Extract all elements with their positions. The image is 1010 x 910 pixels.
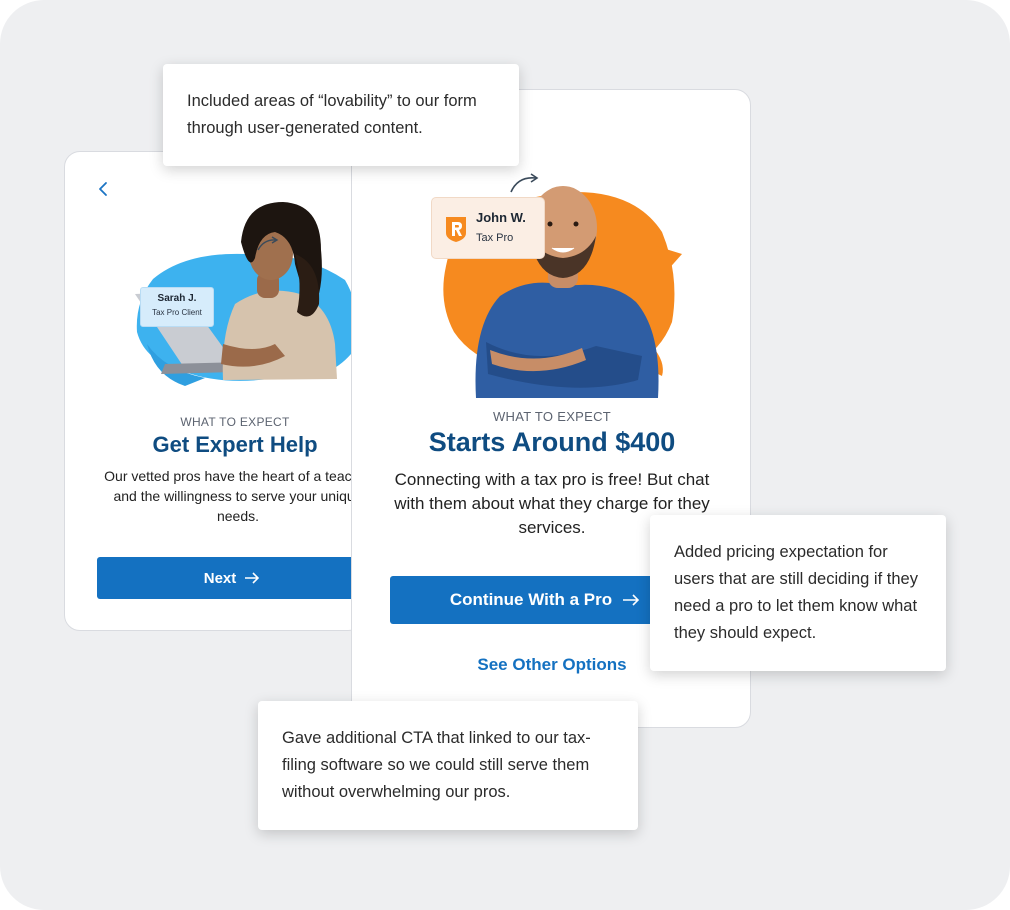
curved-arrow-icon <box>257 236 279 251</box>
callout-text: Gave additional CTA that linked to our t… <box>282 729 591 801</box>
next-button-label: Next <box>203 569 237 587</box>
section-kicker: WHAT TO EXPECT <box>180 415 290 429</box>
presentation-canvas: Sarah J. Tax Pro Client WHAT TO EXPECT G… <box>0 0 1010 910</box>
arrow-right-icon <box>623 594 640 606</box>
curved-arrow-icon <box>510 173 539 193</box>
chevron-left-icon[interactable] <box>95 180 113 198</box>
next-button[interactable]: Next <box>97 557 363 599</box>
pro-role: Tax Pro <box>476 232 514 244</box>
callout-text: Added pricing expectation for users that… <box>674 543 918 642</box>
client-name: Sarah J. <box>157 293 197 304</box>
callout-text: Included areas of “lovability” to our fo… <box>187 92 477 137</box>
callout-cta: Gave additional CTA that linked to our t… <box>258 701 638 830</box>
tax-pro-illustration <box>443 186 682 398</box>
arrow-right-icon <box>245 572 260 584</box>
client-badge: Sarah J. Tax Pro Client <box>140 287 214 327</box>
continue-button-label: Continue With a Pro <box>449 590 613 609</box>
card-title: Starts Around $400 <box>428 427 676 457</box>
pro-name: John W. <box>476 210 526 225</box>
callout-lovability: Included areas of “lovability” to our fo… <box>163 64 519 166</box>
section-kicker: WHAT TO EXPECT <box>492 409 612 424</box>
client-role: Tax Pro Client <box>152 308 202 317</box>
card-body: Our vetted pros have the heart of a teac… <box>104 468 364 524</box>
pro-badge: John W. Tax Pro <box>431 197 545 259</box>
get-expert-help-card: Sarah J. Tax Pro Client WHAT TO EXPECT G… <box>64 151 364 631</box>
callout-pricing: Added pricing expectation for users that… <box>650 515 946 671</box>
card-title: Get Expert Help <box>152 432 318 457</box>
r-shield-logo-icon <box>446 217 466 242</box>
